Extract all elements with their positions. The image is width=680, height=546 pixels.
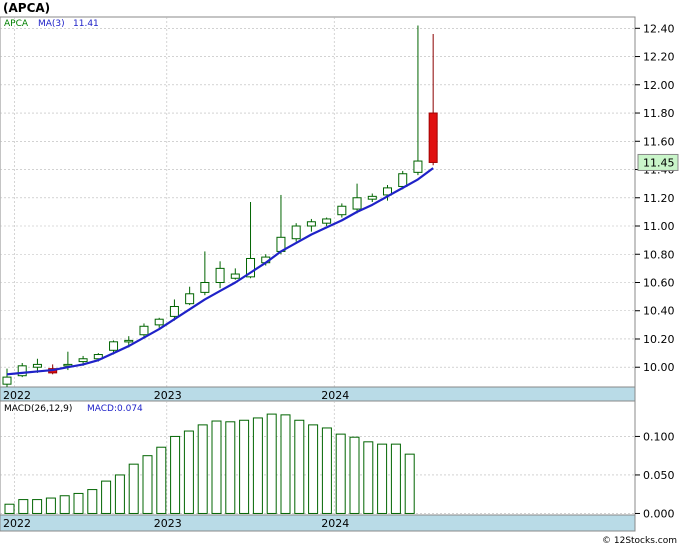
macd-tick-label: 0.050 (643, 469, 675, 482)
last-price-tag: 11.45 (637, 153, 679, 171)
price-date-label: 2022 (3, 389, 31, 402)
candle-body (230, 273, 240, 279)
candle-body (32, 363, 42, 368)
price-panel-frame (0, 16, 636, 404)
macd-bar (294, 419, 305, 514)
macd-date-label: 2024 (321, 517, 349, 530)
candle-body (2, 376, 12, 385)
price-date-label: 2024 (321, 389, 349, 402)
legend-ma-value: 11.41 (73, 19, 99, 29)
macd-date-label: 2022 (3, 517, 31, 530)
macd-bar (4, 503, 15, 514)
candle-body (78, 358, 88, 363)
macd-bar (101, 480, 112, 514)
macd-tick-label: 0.100 (643, 430, 675, 443)
candle (291, 223, 301, 242)
macd-bar (87, 489, 98, 514)
candle-body (352, 197, 362, 210)
macd-panel: 2022 2023 2024 0.000 0.050 0.100 MACD(26,12,… (0, 400, 675, 532)
price-tick-label: 10.00 (643, 361, 675, 374)
macd-bar (128, 463, 139, 514)
candle-body (367, 195, 377, 200)
macd-bar (252, 417, 263, 514)
macd-legend-value: MACD:0.074 (87, 404, 143, 414)
price-date-label: 2023 (154, 389, 182, 402)
price-tick-label: 10.40 (643, 305, 675, 318)
macd-bar (170, 435, 181, 514)
chart-title: (APCA) (3, 1, 50, 15)
macd-bar (73, 492, 84, 514)
macd-date-label: 2023 (154, 517, 182, 530)
macd-bar (335, 433, 346, 514)
macd-bar (18, 499, 29, 514)
macd-bar (280, 414, 291, 514)
price-tick-label: 12.20 (643, 51, 675, 64)
macd-bar (114, 474, 125, 514)
macd-bar (183, 430, 194, 514)
price-tick-label: 12.00 (643, 79, 675, 92)
candle-body (154, 318, 164, 326)
macd-bar (156, 446, 167, 514)
macd-bar (404, 453, 415, 514)
price-legend: APCA MA(3) 11.41 (4, 19, 99, 29)
macd-bar (308, 424, 319, 514)
candle-body (139, 325, 149, 336)
macd-bar (266, 413, 277, 514)
price-panel: 2022 2023 2024 10.00 10.20 10.40 10.60 10.80 11… (0, 16, 679, 404)
macd-bar (390, 443, 401, 514)
macd-bar (59, 495, 70, 514)
candle-body (200, 281, 210, 293)
price-tick-label: 11.80 (643, 107, 675, 120)
last-price-tag-value: 11.45 (643, 156, 675, 169)
macd-legend-name: MACD(26,12,9) (4, 404, 72, 414)
candle-body (185, 293, 195, 305)
macd-bar (239, 419, 250, 514)
candle-body (428, 112, 438, 163)
stock-chart: (APCA) 2022 2023 2024 10.00 10.20 10.40 10.60… (0, 0, 680, 546)
candle-body (215, 267, 225, 283)
macd-bar (211, 420, 222, 514)
legend-ma-label: MA(3) (38, 19, 65, 29)
candle-body (291, 225, 301, 240)
candle-body (413, 160, 423, 173)
macd-date-band (0, 514, 636, 532)
price-axis-labels: 10.0010.2010.4010.6010.8011.0011.2011.40… (643, 22, 675, 374)
macd-bar (321, 427, 332, 514)
chart-canvas: (APCA) 2022 2023 2024 10.00 10.20 10.40 10.60… (0, 1, 679, 546)
candle-body (124, 339, 134, 343)
candle-body (109, 341, 119, 351)
price-tick-label: 12.40 (643, 22, 675, 35)
price-tick-label: 11.00 (643, 220, 675, 233)
price-tick-label: 10.20 (643, 333, 675, 346)
macd-tick-label: 0.000 (643, 507, 675, 520)
macd-axis-labels: 0.000 0.050 0.100 (643, 430, 675, 520)
macd-bar (225, 421, 236, 514)
candle-body (169, 306, 179, 317)
price-tick-label: 10.80 (643, 248, 675, 261)
macd-bar (142, 455, 153, 514)
legend-ticker: APCA (4, 19, 29, 29)
candle-body (322, 218, 332, 224)
macd-bar (197, 424, 208, 514)
price-tick-label: 11.20 (643, 192, 675, 205)
macd-bar (363, 441, 374, 514)
price-tick-label: 10.60 (643, 276, 675, 289)
price-tick-label: 11.60 (643, 135, 675, 148)
candle-body (306, 221, 316, 227)
macd-bar (32, 499, 43, 514)
macd-bar (349, 436, 360, 514)
footer-credit: © 12Stocks.com (602, 536, 677, 546)
candle-body (398, 173, 408, 187)
macd-bar (45, 497, 56, 514)
candle-body (337, 205, 347, 216)
macd-bar (377, 443, 388, 514)
